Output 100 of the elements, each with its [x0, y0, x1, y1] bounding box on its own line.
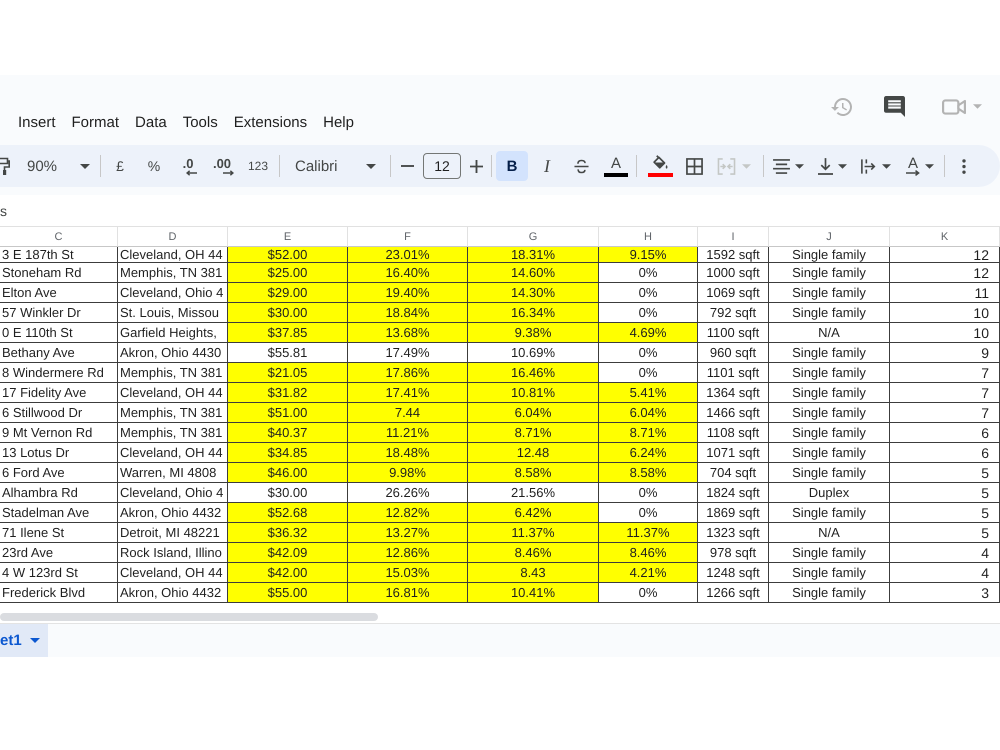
- menu-item[interactable]: Extensions: [226, 114, 316, 132]
- column-header[interactable]: K: [890, 226, 1000, 247]
- column-header[interactable]: F: [348, 226, 468, 247]
- sheet-cell: 14.30%: [468, 283, 599, 303]
- zoom-dropdown[interactable]: 90%: [14, 151, 96, 181]
- paint-roller-icon[interactable]: [0, 157, 10, 175]
- minus-icon: [400, 165, 414, 167]
- sheet-cell: 13 Lotus Dr: [0, 443, 118, 463]
- number-format-button[interactable]: 123: [241, 151, 275, 181]
- sheet-cell: 11.37%: [599, 523, 698, 543]
- sheet-tab[interactable]: et1: [0, 624, 48, 657]
- sheet-cell: 13.27%: [348, 523, 468, 543]
- sheet-cell: Duplex: [769, 483, 890, 503]
- sheet-cell: Cleveland, Ohio 4: [118, 283, 228, 303]
- sheet-cell: 17.49%: [348, 343, 468, 363]
- menu-item[interactable]: Tools: [174, 114, 226, 132]
- sheet-cell: 17 Fidelity Ave: [0, 383, 118, 403]
- sheet-cell: 8.46%: [468, 543, 599, 563]
- caret-icon: [80, 164, 90, 168]
- sheet-cell: 960 sqft: [698, 343, 769, 363]
- sheet-cell: $55.81: [228, 343, 348, 363]
- sheet-cell: 16.40%: [348, 263, 468, 283]
- menu-item[interactable]: Insert: [10, 114, 64, 132]
- sheet-cell: 12: [890, 263, 1000, 283]
- arrow-right-icon: [906, 170, 920, 176]
- sheet-cell: 4 W 123rd St: [0, 563, 118, 583]
- sheet-cell: 13.68%: [348, 323, 468, 343]
- column-header[interactable]: J: [769, 226, 890, 247]
- sheet-cell: 14.60%: [468, 263, 599, 283]
- sheet-cell: Single family: [769, 263, 890, 283]
- sheet-cell: $46.00: [228, 463, 348, 483]
- sheet-cell: 10: [890, 323, 1000, 343]
- vertical-align-bottom-icon: [818, 158, 832, 174]
- sheet-cell: 23.01%: [348, 247, 468, 263]
- sheet-cell: Akron, Ohio 4432: [118, 503, 228, 523]
- horizontal-scrollbar[interactable]: [0, 612, 378, 620]
- sheet-cell: 3 E 187th St: [0, 247, 118, 263]
- sheet-cell: 0%: [599, 503, 698, 523]
- sheet-cell: 17.86%: [348, 363, 468, 383]
- caret-icon: [925, 164, 934, 168]
- sheet-cell: 12.86%: [348, 543, 468, 563]
- sheet-cell: 1108 sqft: [698, 423, 769, 443]
- sheet-cell: 18.48%: [348, 443, 468, 463]
- percent-button[interactable]: %: [139, 151, 169, 181]
- sheet-cell: Single family: [769, 383, 890, 403]
- sheet-cell: 1266 sqft: [698, 583, 769, 603]
- bold-button[interactable]: B: [496, 151, 528, 181]
- column-header[interactable]: C: [0, 226, 118, 247]
- sheet-cell: 5: [890, 463, 1000, 483]
- menu-item[interactable]: Help: [315, 114, 362, 132]
- column-header[interactable]: I: [698, 226, 769, 247]
- font-dropdown[interactable]: Calibri: [284, 151, 386, 181]
- name-box[interactable]: s: [0, 202, 7, 218]
- menu-item[interactable]: Data: [127, 114, 175, 132]
- sheet-cell: $30.00: [228, 303, 348, 323]
- sheet-cell: 16.81%: [348, 583, 468, 603]
- column-header[interactable]: H: [599, 226, 698, 247]
- italic-button[interactable]: I: [532, 151, 562, 181]
- sheet-cell: 9.38%: [468, 323, 599, 343]
- sheet-cell: 0%: [599, 343, 698, 363]
- sheet-cell: 0%: [599, 583, 698, 603]
- caret-icon: [30, 638, 40, 643]
- caret-icon: [882, 164, 891, 168]
- sheet-cell: $34.85: [228, 443, 348, 463]
- sheet-cell: Bethany Ave: [0, 343, 118, 363]
- decrease-decimal-button[interactable]: .0: [173, 151, 203, 181]
- sheet-cell: Single family: [769, 283, 890, 303]
- sheet-cell: $29.00: [228, 283, 348, 303]
- sheet-cell: 1592 sqft: [698, 247, 769, 263]
- increase-decimal-button[interactable]: .00: [207, 151, 237, 181]
- menu-item[interactable]: Format: [64, 114, 128, 132]
- sheet-cell: 8.43: [468, 563, 599, 583]
- sheet-cell: 7.44: [348, 403, 468, 423]
- sheet-cell: 9.98%: [348, 463, 468, 483]
- column-header[interactable]: G: [468, 226, 599, 247]
- sheet-cell: 6.42%: [468, 503, 599, 523]
- sheet-cell: 26.26%: [348, 483, 468, 503]
- text-rotation-button[interactable]: A: [900, 151, 940, 181]
- sheet-cell: Rock Island, Illino: [118, 543, 228, 563]
- sheet-cell: 792 sqft: [698, 303, 769, 323]
- sheet-cell: $42.09: [228, 543, 348, 563]
- text-wrap-icon: [861, 158, 877, 174]
- sheet-cell: 0%: [599, 263, 698, 283]
- sheet-cell: Cleveland, OH 44: [118, 247, 228, 263]
- sheet-cell: Stoneham Rd: [0, 263, 118, 283]
- sheet-cell: Single family: [769, 303, 890, 323]
- comment-icon[interactable]: [884, 96, 905, 117]
- currency-button[interactable]: £: [105, 151, 135, 181]
- more-options-icon: [962, 158, 966, 174]
- column-header[interactable]: E: [228, 226, 348, 247]
- sheet-cell: Single family: [769, 463, 890, 483]
- sheet-cell: N/A: [769, 323, 890, 343]
- column-header[interactable]: D: [118, 226, 228, 247]
- font-size-field[interactable]: 12: [423, 153, 461, 179]
- sheet-cell: 1869 sqft: [698, 503, 769, 523]
- sheet-cell: $36.32: [228, 523, 348, 543]
- sheet-cell: 6.24%: [599, 443, 698, 463]
- text-color-button[interactable]: A: [600, 151, 632, 181]
- sheet-cell: $52.00: [228, 247, 348, 263]
- sheet-cell: 1000 sqft: [698, 263, 769, 283]
